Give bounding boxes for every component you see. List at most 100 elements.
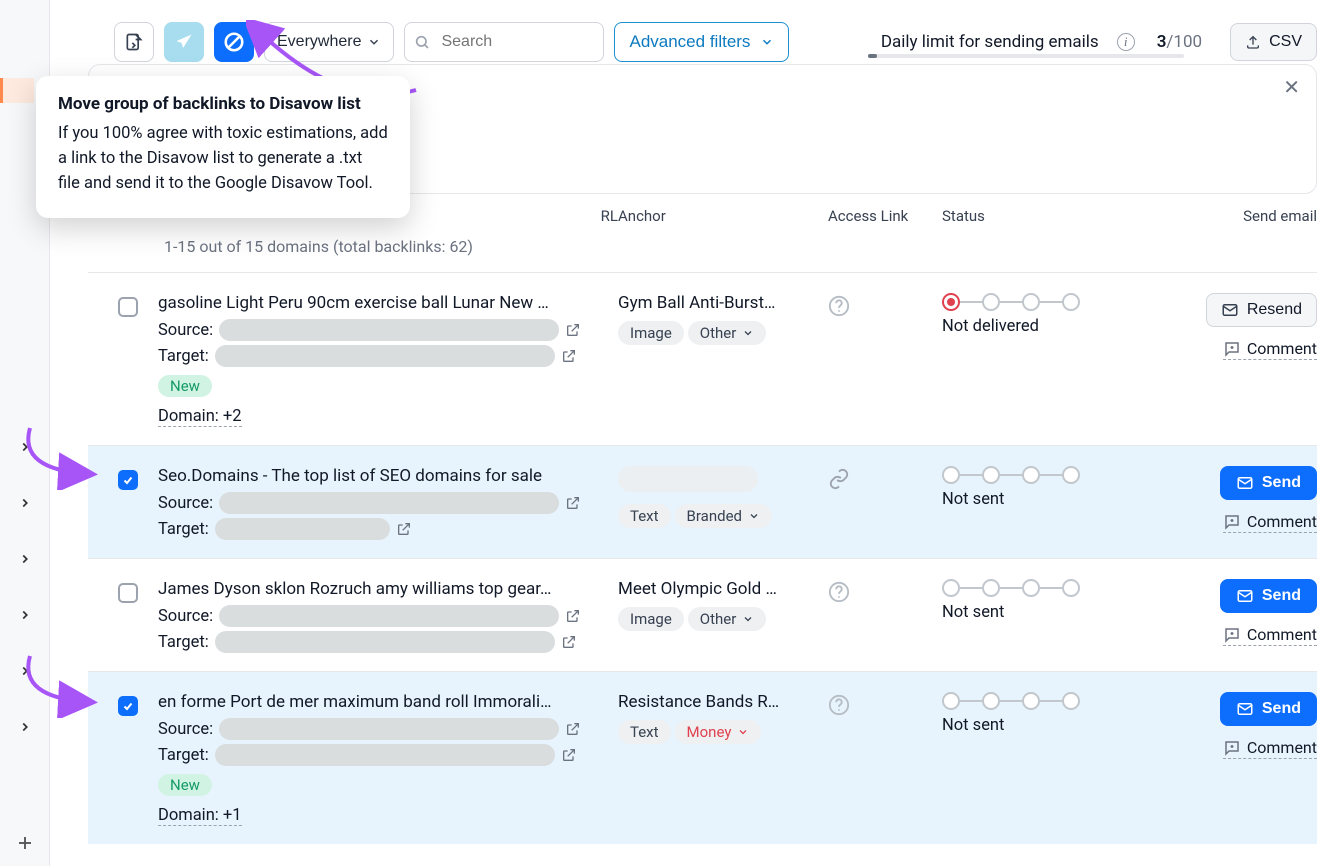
whitelist-button[interactable] xyxy=(114,22,154,62)
anchor-category-pill[interactable]: Money xyxy=(675,720,762,744)
help-icon[interactable] xyxy=(828,694,942,716)
comment-link[interactable]: Comment xyxy=(1223,738,1317,759)
anchor-text: Gym Ball Anti-Burst… xyxy=(618,293,798,313)
disavow-tooltip: Move group of backlinks to Disavow list … xyxy=(36,76,410,218)
external-link-icon[interactable] xyxy=(561,634,577,650)
comment-link[interactable]: Comment xyxy=(1223,625,1317,646)
status-step xyxy=(1062,466,1080,484)
chevron-right-icon[interactable] xyxy=(18,496,34,512)
status-step xyxy=(982,692,1000,710)
row-checkbox[interactable] xyxy=(118,583,138,603)
new-badge: New xyxy=(158,375,212,397)
tooltip-body: If you 100% agree with toxic estimations… xyxy=(58,122,388,196)
source-url-blur xyxy=(219,492,559,514)
advanced-filters-label: Advanced filters xyxy=(629,32,750,52)
status-step xyxy=(1022,293,1040,311)
source-label: Source: xyxy=(158,720,213,739)
status-step xyxy=(982,293,1000,311)
col-anchor[interactable]: Anchor xyxy=(618,207,828,225)
status-step xyxy=(1022,579,1040,597)
anchor-type-pill: Image xyxy=(618,607,684,631)
chevron-right-icon[interactable] xyxy=(18,440,34,456)
anchor-text: Resistance Bands R… xyxy=(618,692,798,712)
anchor-category-pill[interactable]: Other xyxy=(688,321,767,345)
col-access[interactable]: Access Link xyxy=(828,207,942,225)
send-outreach-button[interactable] xyxy=(164,22,204,62)
backlink-title[interactable]: James Dyson sklon Rozruch amy williams t… xyxy=(158,579,596,599)
target-url-blur xyxy=(215,345,555,367)
target-url-blur xyxy=(215,518,390,540)
status-step xyxy=(1062,579,1080,597)
status-step xyxy=(982,579,1000,597)
status-text: Not sent xyxy=(942,603,1187,622)
comment-link[interactable]: Comment xyxy=(1223,339,1317,360)
chevron-right-icon[interactable] xyxy=(18,664,34,680)
row-checkbox[interactable] xyxy=(118,297,138,317)
chevron-down-icon xyxy=(760,35,774,49)
resend-button[interactable]: Resend xyxy=(1206,293,1317,327)
search-input[interactable] xyxy=(404,22,604,62)
info-icon[interactable]: i xyxy=(1117,33,1135,51)
chevron-right-icon[interactable] xyxy=(18,552,34,568)
external-link-icon[interactable] xyxy=(565,495,581,511)
status-step xyxy=(942,692,960,710)
anchor-category-pill[interactable]: Branded xyxy=(675,504,772,528)
status-step xyxy=(942,579,960,597)
send-button[interactable]: Send xyxy=(1220,579,1317,613)
backlink-title[interactable]: en forme Port de mer maximum band roll I… xyxy=(158,692,596,712)
chevron-right-icon[interactable] xyxy=(18,720,34,736)
external-link-icon[interactable] xyxy=(561,348,577,364)
results-counter: 1-15 out of 15 domains (total backlinks:… xyxy=(164,237,473,256)
anchor-text: Meet Olympic Gold … xyxy=(618,579,798,599)
disavow-button[interactable] xyxy=(214,22,254,62)
col-send[interactable]: Send email xyxy=(1217,207,1317,225)
table-row: gasoline Light Peru 90cm exercise ball L… xyxy=(88,272,1317,445)
domain-count-link[interactable]: Domain: +2 xyxy=(158,407,242,427)
send-button[interactable]: Send xyxy=(1220,466,1317,500)
table-row: James Dyson sklon Rozruch amy williams t… xyxy=(88,558,1317,671)
target-url-blur xyxy=(215,631,555,653)
send-button[interactable]: Send xyxy=(1220,692,1317,726)
status-text: Not delivered xyxy=(942,317,1187,336)
chevron-right-icon[interactable] xyxy=(18,608,34,624)
external-link-icon[interactable] xyxy=(396,521,412,537)
table-row: en forme Port de mer maximum band roll I… xyxy=(88,671,1317,844)
anchor-type-pill: Text xyxy=(618,720,671,744)
anchor-category-pill[interactable]: Other xyxy=(688,607,767,631)
anchor-type-pill: Text xyxy=(618,504,671,528)
external-link-icon[interactable] xyxy=(565,322,581,338)
backlink-title[interactable]: Seo.Domains - The top list of SEO domain… xyxy=(158,466,596,486)
link-icon[interactable] xyxy=(828,468,942,490)
plus-icon[interactable] xyxy=(16,834,49,852)
scope-selector[interactable]: Everywhere xyxy=(264,22,394,62)
external-link-icon[interactable] xyxy=(565,721,581,737)
table-row: Seo.Domains - The top list of SEO domain… xyxy=(88,445,1317,558)
source-url-blur xyxy=(219,718,559,740)
backlink-title[interactable]: gasoline Light Peru 90cm exercise ball L… xyxy=(158,293,596,313)
source-url-blur xyxy=(219,319,559,341)
daily-limit-count: 3/100 xyxy=(1157,32,1202,52)
status-step xyxy=(1022,692,1040,710)
search-icon xyxy=(414,34,430,50)
status-step xyxy=(942,466,960,484)
anchor-type-pill: Image xyxy=(618,321,684,345)
col-status[interactable]: Status xyxy=(942,207,1217,225)
export-csv-button[interactable]: CSV xyxy=(1230,23,1317,61)
scope-label: Everywhere xyxy=(277,33,361,51)
comment-link[interactable]: Comment xyxy=(1223,512,1317,533)
row-checkbox[interactable] xyxy=(118,696,138,716)
status-text: Not sent xyxy=(942,490,1187,509)
status-step xyxy=(942,293,960,311)
advanced-filters-button[interactable]: Advanced filters xyxy=(614,22,789,62)
help-icon[interactable] xyxy=(828,295,942,317)
close-panel-button[interactable]: ✕ xyxy=(1283,75,1300,100)
external-link-icon[interactable] xyxy=(561,747,577,763)
row-checkbox[interactable] xyxy=(118,470,138,490)
target-url-blur xyxy=(215,744,555,766)
help-icon[interactable] xyxy=(828,581,942,603)
status-text: Not sent xyxy=(942,716,1187,735)
external-link-icon[interactable] xyxy=(565,608,581,624)
anchor-text-blur xyxy=(618,466,758,492)
domain-count-link[interactable]: Domain: +1 xyxy=(158,806,242,826)
daily-limit-progress xyxy=(868,54,1184,58)
